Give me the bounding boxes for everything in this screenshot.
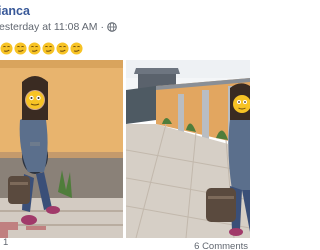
post-text: [0, 40, 83, 56]
photo-grid: [0, 60, 250, 238]
smirk-face-emoji: [14, 41, 27, 55]
smirk-face-emoji: [42, 41, 55, 55]
post-meta: esterday at 11:08 AM ·: [0, 21, 117, 33]
smirk-face-emoji: [0, 41, 13, 55]
globe-icon[interactable]: [107, 22, 117, 32]
author-name[interactable]: ianca: [0, 4, 30, 18]
smirk-face-emoji: [56, 41, 69, 55]
post-footer: 1 6 Comments: [0, 237, 250, 250]
post-timestamp[interactable]: esterday at 11:08 AM: [0, 21, 97, 33]
smirk-face-emoji: [70, 41, 83, 55]
photo-girl-in-courtyard[interactable]: [126, 60, 250, 238]
photo-girl-leaning-on-wall[interactable]: [0, 60, 123, 238]
post-header: ianca esterday at 11:08 AM ·: [0, 0, 250, 36]
meta-separator: ·: [100, 21, 104, 33]
comments-link[interactable]: 6 Comments: [194, 241, 248, 250]
reactions-count[interactable]: 1: [3, 237, 8, 248]
smirk-face-emoji: [28, 41, 41, 55]
